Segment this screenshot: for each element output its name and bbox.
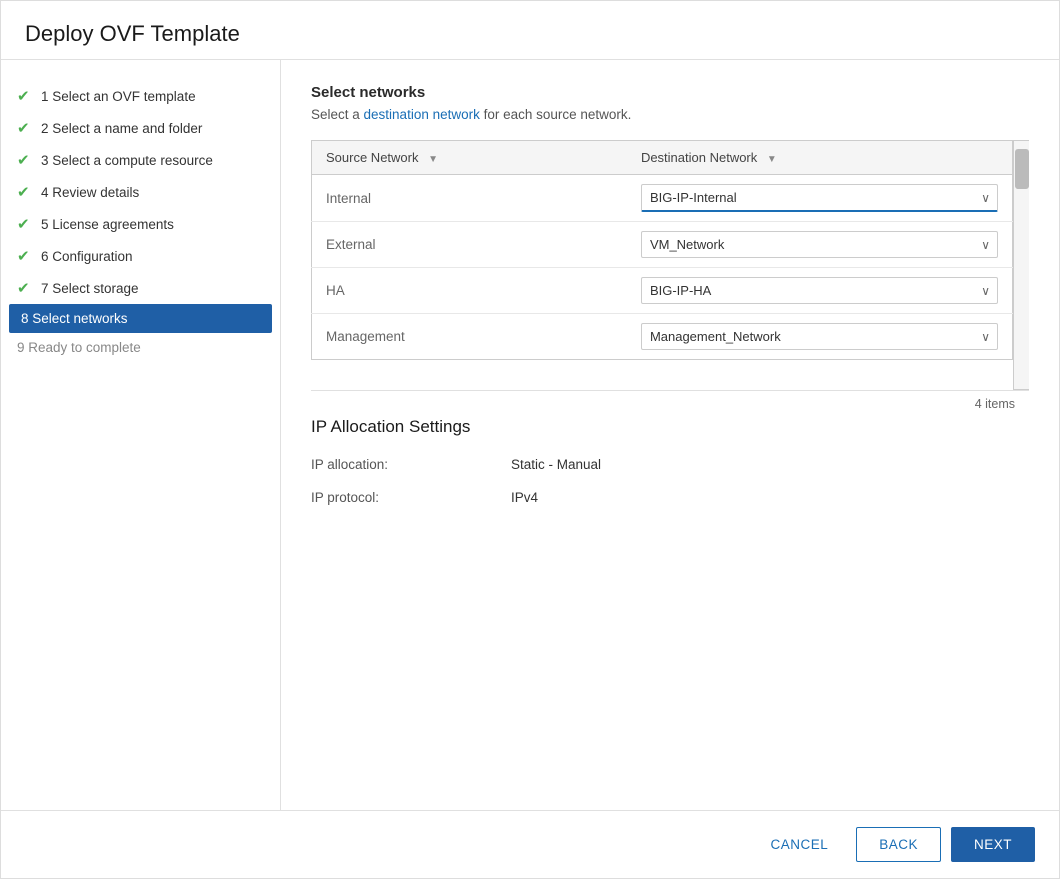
sidebar-item-step9: 9 Ready to complete <box>1 333 280 362</box>
dest-network-select[interactable]: BIG-IP-HA <box>641 277 998 304</box>
ip-fields: IP allocation:Static - Manual IP protocol… <box>311 457 1029 505</box>
check-icon: ✔ <box>17 119 33 137</box>
sidebar-item-step7[interactable]: ✔ 7 Select storage <box>1 272 280 304</box>
check-icon: ✔ <box>17 215 33 233</box>
table-row: Internal BIG-IP-Internal∨ <box>312 175 1013 222</box>
subtitle-text: Select a <box>311 107 364 122</box>
table-row: Management Management_Network∨ <box>312 314 1013 360</box>
sidebar-label: 4 Review details <box>41 185 139 200</box>
dialog-footer: CANCEL BACK NEXT <box>1 810 1059 878</box>
dest-network-select[interactable]: VM_Network <box>641 231 998 258</box>
cancel-button[interactable]: CANCEL <box>752 827 846 862</box>
sidebar-item-step3[interactable]: ✔ 3 Select a compute resource <box>1 144 280 176</box>
table-row: External VM_Network∨ <box>312 222 1013 268</box>
subtitle-link[interactable]: destination network <box>364 107 480 122</box>
sidebar-label: 9 Ready to complete <box>17 340 141 355</box>
networks-table: Source Network ▼ Destination Network ▼ I… <box>311 140 1013 360</box>
dest-network-cell[interactable]: BIG-IP-Internal∨ <box>627 175 1013 222</box>
sidebar-label: 7 Select storage <box>41 281 139 296</box>
check-icon: ✔ <box>17 87 33 105</box>
sidebar-item-step6[interactable]: ✔ 6 Configuration <box>1 240 280 272</box>
next-button[interactable]: NEXT <box>951 827 1035 862</box>
ip-field-label: IP protocol: <box>311 490 511 505</box>
ip-row: IP allocation:Static - Manual <box>311 457 1029 472</box>
table-scrollbar[interactable] <box>1013 140 1029 390</box>
sidebar: ✔ 1 Select an OVF template ✔ 2 Select a nam… <box>1 60 281 810</box>
source-filter-icon[interactable]: ▼ <box>428 154 438 165</box>
networks-table-wrapper: Source Network ▼ Destination Network ▼ I… <box>311 140 1029 417</box>
section-title: Select networks <box>311 84 1029 101</box>
source-network-cell: Management <box>312 314 627 360</box>
dest-network-cell[interactable]: BIG-IP-HA∨ <box>627 268 1013 314</box>
sidebar-item-step5[interactable]: ✔ 5 License agreements <box>1 208 280 240</box>
ip-allocation-section: IP Allocation Settings IP allocation:Sta… <box>311 417 1029 505</box>
sidebar-label: 5 License agreements <box>41 217 174 232</box>
dialog-header: Deploy OVF Template <box>1 1 1059 60</box>
source-network-cell: Internal <box>312 175 627 222</box>
sidebar-label: 2 Select a name and folder <box>41 121 202 136</box>
sidebar-label: 6 Configuration <box>41 249 133 264</box>
section-subtitle: Select a destination network for each so… <box>311 107 1029 122</box>
dialog-body: ✔ 1 Select an OVF template ✔ 2 Select a nam… <box>1 60 1059 810</box>
network-select-wrapper: BIG-IP-HA∨ <box>641 277 998 304</box>
sidebar-label: 8 Select networks <box>21 311 128 326</box>
table-scroll-area: Source Network ▼ Destination Network ▼ I… <box>311 140 1029 390</box>
ip-field-label: IP allocation: <box>311 457 511 472</box>
back-button[interactable]: BACK <box>856 827 941 862</box>
dest-filter-icon[interactable]: ▼ <box>767 154 777 165</box>
check-icon: ✔ <box>17 151 33 169</box>
sidebar-item-step2[interactable]: ✔ 2 Select a name and folder <box>1 112 280 144</box>
ip-section-title: IP Allocation Settings <box>311 417 1029 437</box>
dest-network-select[interactable]: Management_Network <box>641 323 998 350</box>
check-icon: ✔ <box>17 247 33 265</box>
table-footer: 4 items <box>311 390 1029 417</box>
dest-network-cell[interactable]: Management_Network∨ <box>627 314 1013 360</box>
dialog-title: Deploy OVF Template <box>25 21 1035 47</box>
sidebar-item-step8[interactable]: 8 Select networks <box>9 304 272 333</box>
table-row: HA BIG-IP-HA∨ <box>312 268 1013 314</box>
source-network-cell: HA <box>312 268 627 314</box>
col-dest-header: Destination Network ▼ <box>627 141 1013 175</box>
sidebar-label: 3 Select a compute resource <box>41 153 213 168</box>
source-network-cell: External <box>312 222 627 268</box>
col-source-header: Source Network ▼ <box>312 141 627 175</box>
check-icon: ✔ <box>17 279 33 297</box>
deploy-ovf-dialog: Deploy OVF Template ✔ 1 Select an OVF tem… <box>0 0 1060 879</box>
main-content: Select networks Select a destination net… <box>281 60 1059 810</box>
ip-field-value: IPv4 <box>511 490 538 505</box>
table-header-row: Source Network ▼ Destination Network ▼ <box>312 141 1013 175</box>
network-select-wrapper: VM_Network∨ <box>641 231 998 258</box>
network-select-wrapper: Management_Network∨ <box>641 323 998 350</box>
sidebar-label: 1 Select an OVF template <box>41 89 196 104</box>
ip-row: IP protocol:IPv4 <box>311 490 1029 505</box>
check-icon: ✔ <box>17 183 33 201</box>
dest-network-select[interactable]: BIG-IP-Internal <box>641 184 998 212</box>
sidebar-item-step1[interactable]: ✔ 1 Select an OVF template <box>1 80 280 112</box>
sidebar-item-step4[interactable]: ✔ 4 Review details <box>1 176 280 208</box>
dest-network-cell[interactable]: VM_Network∨ <box>627 222 1013 268</box>
ip-field-value: Static - Manual <box>511 457 601 472</box>
network-select-wrapper: BIG-IP-Internal∨ <box>641 184 998 212</box>
